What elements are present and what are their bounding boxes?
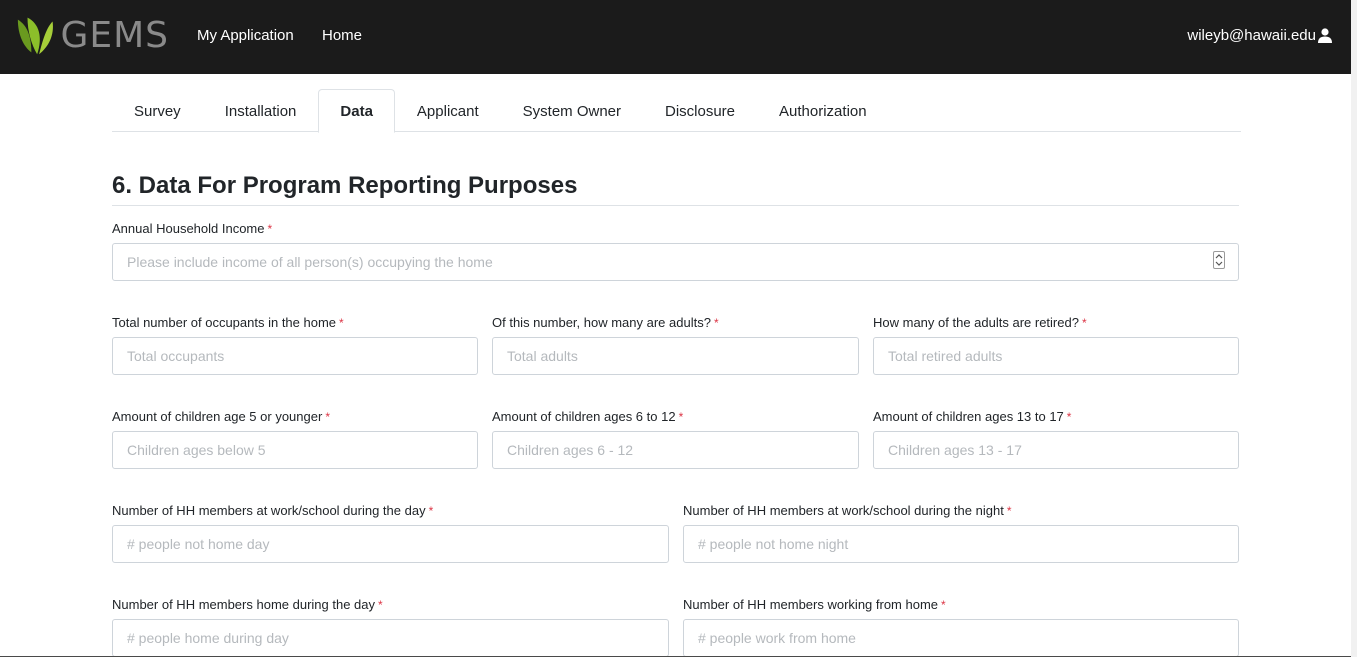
away-day-label: Number of HH members at work/school duri… <box>112 503 434 518</box>
required-mark: * <box>339 316 344 330</box>
occupants-field-group: Total number of occupants in the home * <box>112 315 478 375</box>
adults-field-group: Of this number, how many are adults? * <box>492 315 859 375</box>
adults-label: Of this number, how many are adults? * <box>492 315 719 330</box>
children-13-17-field-group: Amount of children ages 13 to 17 * <box>873 409 1239 469</box>
retired-field-group: How many of the adults are retired? * <box>873 315 1239 375</box>
children-6-12-field-group: Amount of children ages 6 to 12 * <box>492 409 859 469</box>
required-mark: * <box>428 504 434 518</box>
required-mark: * <box>678 410 684 424</box>
tab-disclosure[interactable]: Disclosure <box>643 89 757 132</box>
tab-system-owner[interactable]: System Owner <box>501 89 643 132</box>
required-mark: * <box>1066 410 1072 424</box>
income-input[interactable] <box>112 243 1239 281</box>
nav-my-application[interactable]: My Application <box>197 27 294 44</box>
spinner-arrows-icon <box>1215 254 1223 266</box>
away-night-label: Number of HH members at work/school duri… <box>683 503 1012 518</box>
section-title: 6. Data For Program Reporting Purposes <box>112 172 578 199</box>
tab-data[interactable]: Data <box>318 89 395 133</box>
required-mark: * <box>325 410 330 424</box>
required-mark: * <box>941 598 946 612</box>
number-spinner[interactable] <box>1213 251 1225 269</box>
logo-text: GEMS <box>60 14 169 56</box>
required-mark: * <box>267 222 273 236</box>
gems-logo[interactable]: GEMS <box>14 12 169 58</box>
retired-input[interactable] <box>873 337 1239 375</box>
income-field-group: Annual Household Income * <box>112 221 1239 281</box>
children-6-12-label: Amount of children ages 6 to 12 * <box>492 409 684 424</box>
children-5-label: Amount of children age 5 or younger * <box>112 409 330 424</box>
required-mark: * <box>1006 504 1012 518</box>
user-email: wileyb@hawaii.edu <box>1187 27 1316 44</box>
required-mark: * <box>713 316 719 330</box>
children-6-12-input[interactable] <box>492 431 859 469</box>
section-divider <box>112 205 1239 206</box>
work-home-field-group: Number of HH members working from home * <box>683 597 1239 657</box>
required-mark: * <box>1081 316 1087 330</box>
tab-authorization[interactable]: Authorization <box>757 89 889 132</box>
children-13-17-input[interactable] <box>873 431 1239 469</box>
top-navbar: GEMS My Application Home wileyb@hawaii.e… <box>0 0 1351 74</box>
required-mark: * <box>378 598 383 612</box>
leaf-icon <box>17 17 53 55</box>
home-day-field-group: Number of HH members home during the day… <box>112 597 669 657</box>
user-menu[interactable]: wileyb@hawaii.edu <box>1187 27 1332 44</box>
tab-survey[interactable]: Survey <box>112 89 203 132</box>
form-tabs: Survey Installation Data Applicant Syste… <box>112 89 1241 133</box>
away-night-field-group: Number of HH members at work/school duri… <box>683 503 1239 563</box>
page-scrollbar[interactable] <box>1351 0 1357 657</box>
tab-applicant[interactable]: Applicant <box>395 89 501 132</box>
work-home-label: Number of HH members working from home * <box>683 597 946 612</box>
occupants-input[interactable] <box>112 337 478 375</box>
away-day-input[interactable] <box>112 525 669 563</box>
children-13-17-label: Amount of children ages 13 to 17 * <box>873 409 1072 424</box>
tab-installation[interactable]: Installation <box>203 89 319 132</box>
home-day-label: Number of HH members home during the day… <box>112 597 383 612</box>
adults-input[interactable] <box>492 337 859 375</box>
children-5-input[interactable] <box>112 431 478 469</box>
retired-label: How many of the adults are retired? * <box>873 315 1087 330</box>
occupants-label: Total number of occupants in the home * <box>112 315 344 330</box>
children-5-field-group: Amount of children age 5 or younger * <box>112 409 478 469</box>
user-icon <box>1318 28 1332 43</box>
away-night-input[interactable] <box>683 525 1239 563</box>
income-label: Annual Household Income * <box>112 221 273 236</box>
work-home-input[interactable] <box>683 619 1239 657</box>
away-day-field-group: Number of HH members at work/school duri… <box>112 503 669 563</box>
home-day-input[interactable] <box>112 619 669 657</box>
nav-home[interactable]: Home <box>322 27 362 44</box>
